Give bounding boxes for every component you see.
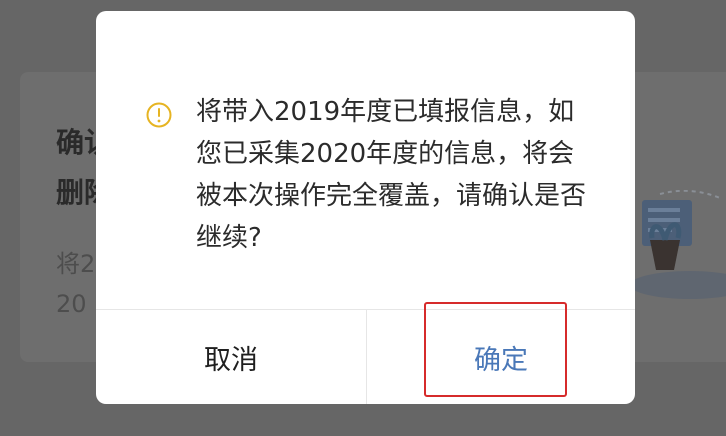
- cancel-button[interactable]: 取消: [96, 310, 366, 404]
- dialog-body: 将带入2019年度已填报信息，如您已采集2020年度的信息，将会被本次操作完全覆…: [96, 11, 635, 309]
- highlight-annotation: [424, 302, 567, 397]
- illustration-icon: [630, 190, 726, 299]
- dialog-message: 将带入2019年度已填报信息，如您已采集2020年度的信息，将会被本次操作完全覆…: [196, 97, 587, 253]
- info-circle-icon: [146, 102, 172, 128]
